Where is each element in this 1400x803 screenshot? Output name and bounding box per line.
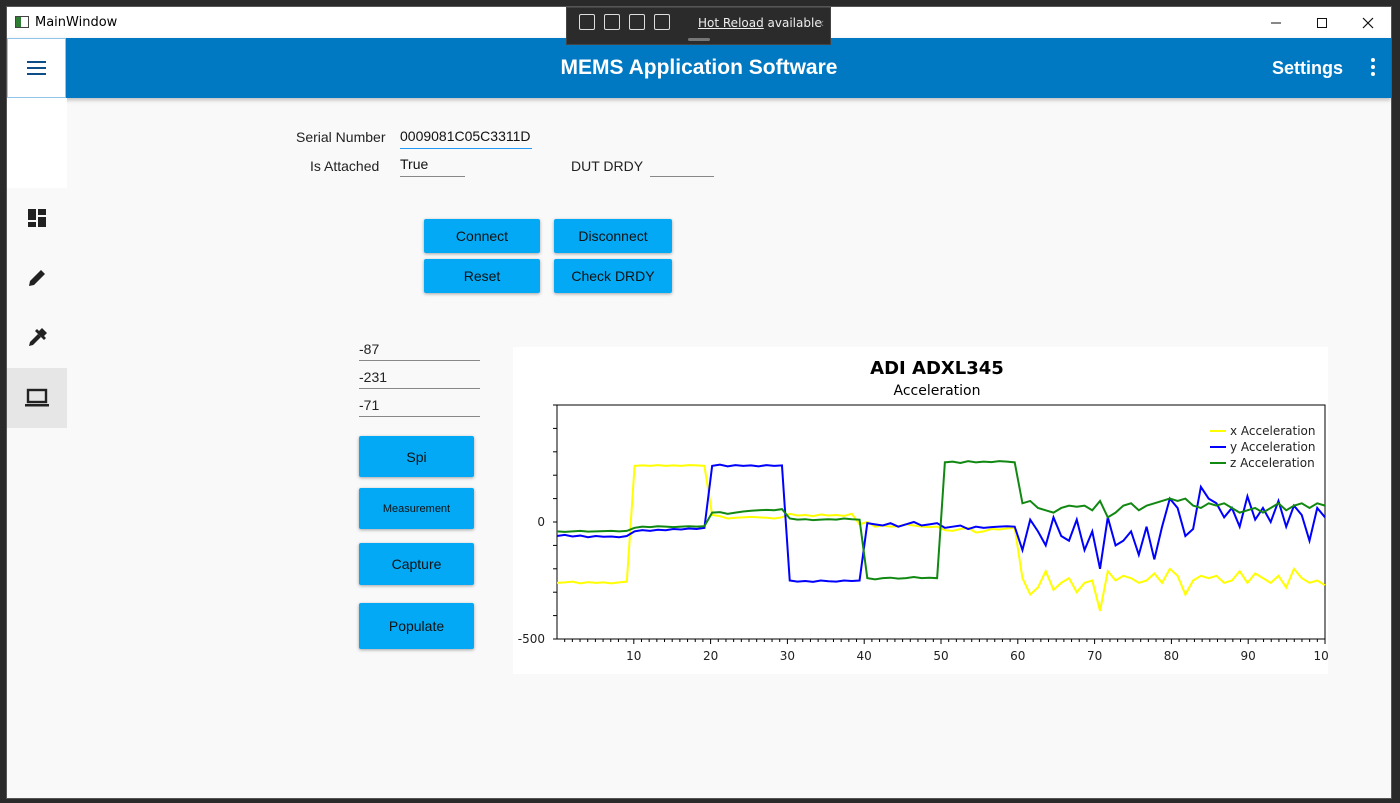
disconnect-button[interactable]: Disconnect xyxy=(554,219,672,253)
is-attached-label: Is Attached xyxy=(310,158,380,174)
app-bar: MEMS Application Software Settings xyxy=(7,38,1391,98)
track-focus-icon[interactable] xyxy=(654,14,670,30)
spi-button[interactable]: Spi xyxy=(359,436,474,477)
x-tick-label: 80 xyxy=(1164,649,1179,663)
acceleration-chart: ADI ADXL345 Acceleration 10 20 30 40 50 60 70 80 9… xyxy=(513,347,1328,674)
chart-svg: ADI ADXL345 Acceleration 10 20 30 40 50 60 70 80 9… xyxy=(518,358,1328,663)
populate-button[interactable]: Populate xyxy=(359,603,474,649)
settings-button[interactable]: Settings xyxy=(1272,58,1343,79)
chart-subtitle: Acceleration xyxy=(894,383,981,399)
sidebar xyxy=(7,98,67,798)
legend-entry: z Acceleration xyxy=(1230,456,1315,470)
sidebar-item-eyedropper[interactable] xyxy=(7,308,67,368)
chevron-left-icon[interactable]: ‹ xyxy=(820,15,824,30)
serial-number-field[interactable]: 0009081C05C3311D xyxy=(400,127,532,149)
window-app-icon xyxy=(15,16,29,28)
chart-title: ADI ADXL345 xyxy=(870,358,1004,379)
reset-button[interactable]: Reset xyxy=(424,259,540,293)
x-tick-label: 90 xyxy=(1241,649,1256,663)
pencil-icon xyxy=(29,270,45,286)
select-element-icon[interactable] xyxy=(604,14,620,30)
display-layout-adorners-icon[interactable] xyxy=(629,14,645,30)
app-title: MEMS Application Software xyxy=(560,56,838,79)
series-line-x xyxy=(556,464,1326,612)
x-tick-label: 40 xyxy=(857,649,872,663)
y-tick-label: -500 xyxy=(518,632,545,646)
hot-reload-toolbar: Hot Reload available ‹ xyxy=(566,7,831,45)
dut-drdy-field[interactable] xyxy=(650,155,714,177)
legend-entry: y Acceleration xyxy=(1230,440,1315,454)
laptop-icon xyxy=(25,388,49,407)
toolbar-grip[interactable] xyxy=(688,38,710,41)
is-attached-field[interactable]: True xyxy=(400,155,465,177)
dut-drdy-label: DUT DRDY xyxy=(571,158,644,174)
y-value-field[interactable]: -231 xyxy=(359,367,480,389)
close-icon[interactable] xyxy=(1345,7,1391,38)
minimize-icon[interactable] xyxy=(1253,7,1299,38)
window-title: MainWindow xyxy=(35,15,118,30)
check-drdy-button[interactable]: Check DRDY xyxy=(554,259,672,293)
measurement-button[interactable]: Measurement xyxy=(359,488,474,529)
x-tick-label: 30 xyxy=(780,649,795,663)
capture-button[interactable]: Capture xyxy=(359,543,474,585)
y-tick-label: 0 xyxy=(537,515,545,529)
z-value-field[interactable]: -71 xyxy=(359,395,480,417)
x-tick-label: 50 xyxy=(933,649,948,663)
sidebar-item-device[interactable] xyxy=(7,368,67,428)
x-tick-label: 100 xyxy=(1314,649,1328,663)
serial-number-label: Serial Number xyxy=(296,129,386,145)
eyedropper-icon xyxy=(29,328,47,346)
sidebar-header xyxy=(7,98,67,188)
more-options-icon[interactable] xyxy=(1371,58,1375,76)
hot-reload-link[interactable]: Hot Reload xyxy=(698,16,764,30)
x-tick-label: 10 xyxy=(626,649,641,663)
hot-reload-status: Hot Reload available xyxy=(698,16,822,30)
dashboard-icon xyxy=(28,209,46,227)
desktop: MainWindow Hot Reload available ‹ MEMS A… xyxy=(0,0,1400,803)
x-tick-label: 70 xyxy=(1087,649,1102,663)
x-tick-label: 60 xyxy=(1010,649,1025,663)
maximize-icon[interactable] xyxy=(1299,7,1345,38)
legend-entry: x Acceleration xyxy=(1230,424,1315,438)
series-line-z xyxy=(556,460,1326,581)
x-tick-label: 20 xyxy=(703,649,718,663)
x-value-field[interactable]: -87 xyxy=(359,339,480,361)
hot-reload-suffix: available xyxy=(763,16,822,30)
live-visual-tree-icon[interactable] xyxy=(579,14,595,30)
sidebar-item-edit[interactable] xyxy=(7,248,67,308)
sidebar-item-dashboard[interactable] xyxy=(7,188,67,248)
main-window: MainWindow Hot Reload available ‹ MEMS A… xyxy=(6,6,1392,799)
connect-button[interactable]: Connect xyxy=(424,219,540,253)
